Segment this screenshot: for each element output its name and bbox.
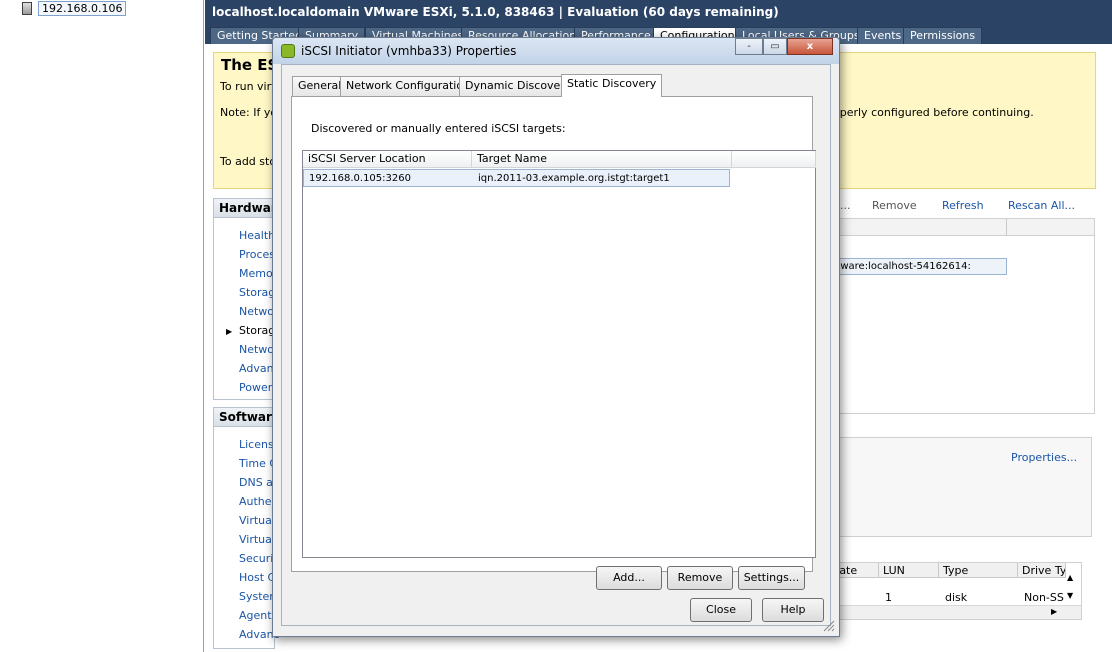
- host-server-icon: [22, 1, 32, 15]
- grid-header-type[interactable]: Type: [939, 563, 1018, 578]
- rescan-all-link[interactable]: Rescan All...: [1008, 199, 1075, 212]
- vsphere-client-window: 192.168.0.106 localhost.localdomain VMwa…: [0, 0, 1112, 652]
- help-button[interactable]: Help: [762, 598, 824, 622]
- host-header-title: localhost.localdomain VMware ESXi, 5.1.0…: [205, 0, 1112, 24]
- add-target-button[interactable]: Add...: [596, 566, 662, 590]
- hardware-panel: Hardware Health Process Memor Storag Net…: [213, 198, 285, 400]
- resize-grip-icon[interactable]: [821, 618, 835, 632]
- iscsi-properties-dialog: iSCSI Initiator (vmhba33) Properties - ▭…: [272, 37, 840, 637]
- software-link-agent-vm[interactable]: Agent: [239, 609, 272, 622]
- tab-permissions[interactable]: Permissions: [903, 27, 983, 44]
- inventory-host-node[interactable]: 192.168.0.106: [22, 0, 127, 16]
- maximize-button[interactable]: ▭: [763, 38, 787, 55]
- static-discovery-page: Discovered or manually entered iSCSI tar…: [291, 96, 816, 590]
- adapter-list-header: [831, 219, 1094, 236]
- dialog-title: iSCSI Initiator (vmhba33) Properties: [301, 44, 517, 58]
- close-window-button[interactable]: x: [787, 38, 833, 55]
- adapter-list-column-separator: [1006, 219, 1007, 236]
- properties-link[interactable]: Properties...: [1011, 451, 1077, 464]
- banner-line-2-tail: operly configured before continuing.: [833, 106, 1034, 119]
- tab-events[interactable]: Events: [857, 27, 909, 44]
- selected-arrow-icon: ▶: [226, 327, 233, 336]
- hardware-link-health[interactable]: Health: [239, 229, 275, 242]
- vmware-dialog-icon: [281, 44, 295, 58]
- tab-static-discovery[interactable]: Static Discovery: [561, 74, 663, 97]
- grid-scroll-up-icon[interactable]: ▲: [1067, 573, 1073, 582]
- tab-dynamic-discovery[interactable]: Dynamic Discovery: [459, 76, 578, 96]
- column-filler: [732, 151, 816, 168]
- hardware-link-storage[interactable]: Storag: [239, 286, 275, 299]
- scroll-right-icon[interactable]: ▶: [1051, 607, 1057, 616]
- target-row-target-name: iqn.2011-03.example.org.istgt:target1: [478, 173, 670, 184]
- inventory-tree: 192.168.0.106: [0, 0, 204, 652]
- grid-cell-type: disk: [945, 591, 968, 604]
- settings-button[interactable]: Settings...: [738, 566, 805, 590]
- static-targets-table: iSCSI Server Location Target Name 192.16…: [302, 150, 816, 558]
- grid-scroll-down-icon[interactable]: ▼: [1067, 591, 1073, 600]
- hardware-link-power-management[interactable]: Power: [239, 381, 272, 394]
- software-link-vm-swapfile[interactable]: Virtual: [239, 533, 275, 546]
- grid-cell-drive-type: Non-SS: [1024, 591, 1064, 604]
- target-row[interactable]: 192.168.0.105:3260 iqn.2011-03.example.o…: [303, 169, 730, 187]
- grid-cell-lun: 1: [885, 591, 892, 604]
- remove-target-button[interactable]: Remove: [667, 566, 733, 590]
- banner-line-3: To add sto: [220, 155, 277, 168]
- column-target-name[interactable]: Target Name: [472, 151, 732, 168]
- grid-header-drive-type[interactable]: Drive Ty: [1018, 563, 1066, 578]
- column-server-location[interactable]: iSCSI Server Location: [303, 151, 472, 168]
- storage-adapter-list: nware:localhost-54162614:: [830, 218, 1095, 414]
- software-link-host-cache[interactable]: Host C: [239, 571, 275, 584]
- dialog-content-frame: General Network Configuration Dynamic Di…: [281, 64, 831, 626]
- close-button[interactable]: Close: [690, 598, 752, 622]
- grid-header-lun[interactable]: LUN: [879, 563, 939, 578]
- devices-grid: tate LUN Type Drive Ty ▲ ▼ 1 disk Non-SS…: [830, 562, 1082, 620]
- target-row-location: 192.168.0.105:3260: [309, 173, 411, 184]
- adapter-details-panel: Properties...: [830, 437, 1092, 537]
- grid-horizontal-scrollbar[interactable]: ▶: [831, 605, 1081, 619]
- adapter-iqn-cell[interactable]: nware:localhost-54162614:: [831, 258, 1007, 275]
- discovered-targets-label: Discovered or manually entered iSCSI tar…: [311, 122, 566, 135]
- hardware-panel-title: Hardware: [214, 199, 285, 218]
- truncated-action-ellipsis: ...: [840, 199, 851, 212]
- software-link-vm-startup[interactable]: Virtual: [239, 514, 275, 527]
- software-panel: Software License Time C DNS an Authen Vi…: [213, 407, 280, 649]
- banner-line-2: Note: If yo: [220, 106, 278, 119]
- software-panel-title: Software: [214, 408, 280, 427]
- remove-adapter-link[interactable]: Remove: [872, 199, 917, 212]
- minimize-button[interactable]: -: [735, 38, 763, 55]
- tab-network-configuration[interactable]: Network Configuration: [340, 76, 477, 96]
- inventory-host-label: 192.168.0.106: [38, 0, 127, 16]
- hardware-link-storage-adapters[interactable]: Storag: [239, 324, 275, 337]
- refresh-link[interactable]: Refresh: [942, 199, 984, 212]
- dialog-title-bar[interactable]: iSCSI Initiator (vmhba33) Properties - ▭…: [273, 38, 839, 64]
